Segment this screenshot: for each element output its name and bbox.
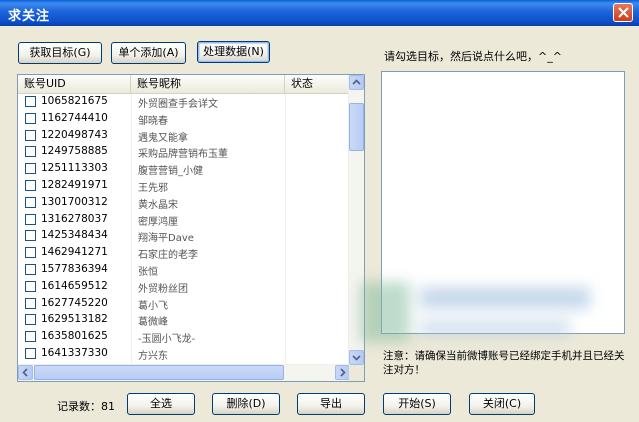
row-checkbox[interactable] <box>25 196 36 208</box>
scroll-thumb[interactable] <box>349 103 364 151</box>
window-close-button[interactable] <box>613 3 633 22</box>
row-checkbox[interactable] <box>25 331 36 343</box>
row-uid: 1220498743 <box>41 128 108 141</box>
table-row[interactable]: 1282491971 王先邪 <box>18 178 350 195</box>
scroll-left-button[interactable] <box>18 365 33 380</box>
row-nickname: 遇鬼又能拿 <box>138 132 188 144</box>
row-nickname: 葛微峰 <box>138 317 168 329</box>
row-uid: 1282491971 <box>41 178 108 191</box>
row-uid: 1641337330 <box>41 346 108 359</box>
scroll-up-button[interactable] <box>349 75 364 90</box>
row-nickname: 方兴东 <box>138 350 168 362</box>
row-uid: 1577836394 <box>41 262 108 275</box>
table-row[interactable]: 1249758885 采购品牌营销布玉董 <box>18 144 350 161</box>
row-uid: 1316278037 <box>41 212 108 225</box>
row-nickname: 翔海平Dave <box>138 233 194 245</box>
chevron-up-icon <box>352 79 361 85</box>
window-title: 求关注 <box>8 9 51 24</box>
table-row[interactable]: 1220498743 遇鬼又能拿 <box>18 128 350 145</box>
row-uid: 1462941271 <box>41 246 108 259</box>
table-row[interactable]: 1627745220 葛小飞 <box>18 296 350 313</box>
delete-button[interactable]: 删除(D) <box>212 393 280 415</box>
row-checkbox[interactable] <box>25 297 36 309</box>
row-uid: 1249758885 <box>41 145 108 158</box>
process-data-button[interactable]: 处理数据(N) <box>197 41 270 63</box>
table-row[interactable]: 1577836394 张恒 <box>18 262 350 279</box>
table-row[interactable]: 1425348434 翔海平Dave <box>18 228 350 245</box>
row-uid: 1425348434 <box>41 229 108 242</box>
row-checkbox[interactable] <box>25 263 36 275</box>
horizontal-scroll-thumb[interactable] <box>34 365 284 380</box>
row-uid: 1065821675 <box>41 95 108 107</box>
row-uid: 1629513182 <box>41 313 108 326</box>
row-uid: 1162744410 <box>41 111 108 124</box>
column-header-nickname[interactable]: 账号昵称 <box>131 75 285 93</box>
row-checkbox[interactable] <box>25 280 36 292</box>
record-count: 记录数：81 <box>57 400 115 413</box>
table-row[interactable]: 1316278037 密厚鸿厘 <box>18 212 350 229</box>
blurred-watermark <box>360 282 590 342</box>
horizontal-scrollbar[interactable] <box>18 364 350 381</box>
scroll-corner <box>349 365 364 381</box>
message-prompt: 请勾选目标，然后说点什么吧，^_^ <box>384 50 562 63</box>
row-checkbox[interactable] <box>25 247 36 259</box>
row-nickname: 密厚鸿厘 <box>138 216 178 228</box>
select-all-button[interactable]: 全选 <box>127 393 195 415</box>
row-checkbox[interactable] <box>25 112 36 124</box>
row-nickname: 外贸圈查手会详文 <box>138 99 218 110</box>
column-header-uid[interactable]: 账号UID <box>18 75 131 93</box>
scroll-right-button[interactable] <box>335 365 350 380</box>
row-nickname: 葛小飞 <box>138 300 168 312</box>
add-single-button[interactable]: 单个添加(A) <box>111 42 186 64</box>
row-checkbox[interactable] <box>25 129 36 141</box>
row-checkbox[interactable] <box>25 314 36 326</box>
row-uid: 1614659512 <box>41 279 108 292</box>
warning-notice: 注意：请确保当前微博账号已经绑定手机并且已经关注对方！ <box>383 350 625 376</box>
start-button[interactable]: 开始(S) <box>383 393 451 415</box>
row-nickname: 王先邪 <box>138 182 168 194</box>
close-button[interactable]: 关闭(C) <box>469 393 535 415</box>
row-nickname: 外贸粉丝团 <box>138 283 188 295</box>
table-row[interactable]: 1162744410 邹晓春 <box>18 111 350 128</box>
row-nickname: -玉圆小飞龙- <box>138 334 196 346</box>
row-nickname: 张恒 <box>138 266 158 278</box>
export-button[interactable]: 导出 <box>297 393 365 415</box>
list-header: 账号UID 账号昵称 状态 <box>18 75 350 94</box>
target-list[interactable]: 账号UID 账号昵称 状态 1065821675 外贸圈查手会详文 11627444… <box>17 74 365 382</box>
table-row[interactable]: 1462941271 石家庄的老李 <box>18 245 350 262</box>
table-row[interactable]: 1301700312 黄水晶宋 <box>18 195 350 212</box>
row-checkbox[interactable] <box>25 163 36 175</box>
row-uid: 1301700312 <box>41 195 108 208</box>
table-row[interactable]: 1065821675 外贸圈查手会详文 <box>18 94 350 111</box>
row-checkbox[interactable] <box>25 213 36 225</box>
close-icon <box>618 7 629 18</box>
column-header-status[interactable]: 状态 <box>285 75 350 93</box>
fetch-targets-button[interactable]: 获取目标(G) <box>18 42 102 64</box>
row-uid: 1251113303 <box>41 162 108 175</box>
chevron-right-icon <box>340 368 346 377</box>
row-checkbox[interactable] <box>25 96 36 107</box>
row-uid: 1627745220 <box>41 296 108 309</box>
row-nickname: 黄水晶宋 <box>138 199 178 211</box>
row-checkbox[interactable] <box>25 179 36 191</box>
row-nickname: 采购品牌营销布玉董 <box>138 149 228 161</box>
table-row[interactable]: 1635801625 -玉圆小飞龙- <box>18 329 350 346</box>
row-nickname: 腹营营销_小健 <box>138 166 203 178</box>
row-nickname: 石家庄的老李 <box>138 250 198 262</box>
row-checkbox[interactable] <box>25 146 36 158</box>
table-row[interactable]: 1614659512 外贸粉丝团 <box>18 279 350 296</box>
table-row[interactable]: 1251113303 腹营营销_小健 <box>18 161 350 178</box>
title-bar[interactable]: 求关注 <box>0 0 639 26</box>
row-nickname: 邹晓春 <box>138 115 168 127</box>
dialog-window: 求关注 获取目标(G) 单个添加(A) 处理数据(N) 账号UID 账号昵称 状… <box>0 0 639 422</box>
row-uid: 1635801625 <box>41 330 108 343</box>
row-checkbox[interactable] <box>25 230 36 242</box>
chevron-left-icon <box>22 368 28 377</box>
list-rows: 1065821675 外贸圈查手会详文 1162744410 邹晓春 122049874… <box>18 94 350 380</box>
table-row[interactable]: 1629513182 葛微峰 <box>18 312 350 329</box>
table-row[interactable]: 1641337330 方兴东 <box>18 346 350 363</box>
row-checkbox[interactable] <box>25 347 36 359</box>
